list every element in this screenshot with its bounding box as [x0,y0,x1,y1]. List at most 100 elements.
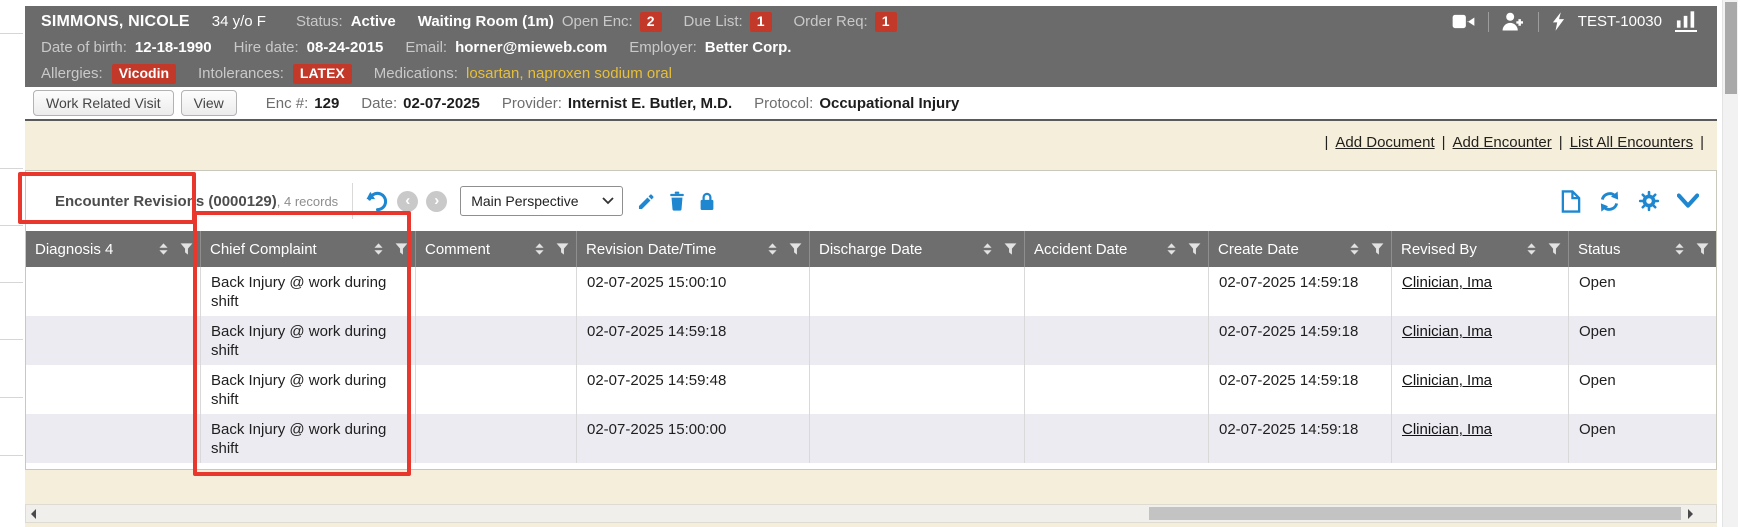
station-id: TEST-10030 [1578,13,1662,30]
filter-icon[interactable] [555,241,570,257]
column-header-revision-datetime[interactable]: Revision Date/Time [577,231,810,267]
bar-chart-icon[interactable] [1675,11,1697,32]
patient-header-bar: SIMMONS, NICOLE 34 y/o F Status: Active … [25,6,1717,87]
open-enc-badge[interactable]: 2 [640,12,662,32]
patient-name[interactable]: SIMMONS, NICOLE [41,13,190,31]
cell-status: Open [1569,267,1716,316]
refresh-icon[interactable] [366,190,389,213]
vertical-scrollbar-thumb[interactable] [1725,2,1737,94]
filter-icon[interactable] [179,241,194,257]
enc-number-value: 129 [314,95,339,112]
reload-icon[interactable] [1598,190,1621,213]
order-req-badge[interactable]: 1 [875,12,897,32]
next-icon[interactable]: › [426,191,447,212]
gear-icon[interactable] [1638,190,1660,212]
new-document-icon[interactable] [1561,190,1581,213]
margin-line [0,168,23,169]
cell-revised-by: Clinician, Ima [1392,316,1569,365]
sort-icon[interactable] [532,241,547,257]
cell-diagnosis4 [26,365,201,414]
edit-pencil-icon[interactable] [637,192,656,211]
filter-icon[interactable] [1370,241,1385,257]
cell-revision-datetime: 02-07-2025 14:59:18 [577,316,810,365]
scroll-right-arrow-icon[interactable] [1688,509,1693,519]
cell-discharge-date [810,316,1025,365]
intolerance-badge[interactable]: LATEX [293,64,352,84]
column-header-chief-complaint[interactable]: Chief Complaint [201,231,416,267]
cell-discharge-date [810,267,1025,316]
separator [1538,12,1539,32]
sort-icon[interactable] [980,241,995,257]
status-label: Status: [296,13,343,30]
column-header-accident-date[interactable]: Accident Date [1025,231,1209,267]
cell-discharge-date [810,414,1025,463]
collapse-chevron-icon[interactable] [1677,193,1699,209]
status-value: Active [351,13,396,30]
due-list-badge[interactable]: 1 [750,12,772,32]
sort-icon[interactable] [765,241,780,257]
column-header-diagnosis-4[interactable]: Diagnosis 4 [26,231,201,267]
sort-icon[interactable] [156,241,171,257]
employer-value: Better Corp. [705,39,792,56]
table-row: Back Injury @ work during shift 02-07-20… [26,414,1716,463]
sort-icon[interactable] [1672,241,1687,257]
panel-record-id: (0000129) [208,193,276,210]
panel-title-text: Encounter Revisions [55,193,204,210]
sort-icon[interactable] [371,241,386,257]
filter-icon[interactable] [1547,241,1562,257]
cell-status: Open [1569,414,1716,463]
trash-icon[interactable] [668,191,686,211]
column-header-status[interactable]: Status [1569,231,1716,267]
filter-icon[interactable] [788,241,803,257]
sort-icon[interactable] [1164,241,1179,257]
medications-value[interactable]: losartan, naproxen sodium oral [466,65,672,82]
column-header-revised-by[interactable]: Revised By [1392,231,1569,267]
lock-icon[interactable] [698,191,716,211]
allergy-badge[interactable]: Vicodin [112,64,176,84]
add-encounter-link[interactable]: Add Encounter [1453,134,1552,151]
cell-chief-complaint: Back Injury @ work during shift [201,316,416,365]
cell-revised-by: Clinician, Ima [1392,365,1569,414]
revised-by-link[interactable]: Clinician, Ima [1402,274,1492,291]
filter-icon[interactable] [1695,241,1710,257]
pipe: | [1324,134,1328,151]
view-button[interactable]: View [181,90,237,116]
protocol-label: Protocol: [754,95,813,112]
previous-icon[interactable]: ‹ [397,191,418,212]
scroll-left-arrow-icon[interactable] [31,509,36,519]
horizontal-scrollbar[interactable] [25,504,1717,523]
filter-icon[interactable] [1003,241,1018,257]
lightning-icon[interactable] [1552,12,1565,31]
column-header-create-date[interactable]: Create Date [1209,231,1392,267]
add-document-link[interactable]: Add Document [1335,134,1434,151]
cell-diagnosis4 [26,414,201,463]
protocol-value: Occupational Injury [819,95,959,112]
work-related-visit-button[interactable]: Work Related Visit [33,90,174,116]
filter-icon[interactable] [394,241,409,257]
column-header-comment[interactable]: Comment [416,231,577,267]
panel-title: Encounter Revisions (0000129) [55,193,277,210]
cell-revision-datetime: 02-07-2025 14:59:48 [577,365,810,414]
sort-icon[interactable] [1347,241,1362,257]
column-header-discharge-date[interactable]: Discharge Date [810,231,1025,267]
list-all-encounters-link[interactable]: List All Encounters [1570,134,1693,151]
enc-number-label: Enc #: [266,95,309,112]
vertical-scrollbar[interactable] [1722,0,1738,527]
add-person-icon[interactable] [1502,12,1525,31]
cell-accident-date [1025,316,1209,365]
cell-status: Open [1569,365,1716,414]
revised-by-link[interactable]: Clinician, Ima [1402,323,1492,340]
left-margin [0,0,25,527]
video-camera-icon[interactable] [1452,13,1475,30]
horizontal-scrollbar-thumb[interactable] [1149,507,1681,520]
cell-revised-by: Clinician, Ima [1392,267,1569,316]
cell-discharge-date [810,365,1025,414]
perspective-select[interactable]: Main Perspective [460,186,623,216]
cell-accident-date [1025,267,1209,316]
sort-icon[interactable] [1524,241,1539,257]
cell-create-date: 02-07-2025 14:59:18 [1209,365,1392,414]
filter-icon[interactable] [1187,241,1202,257]
revised-by-link[interactable]: Clinician, Ima [1402,372,1492,389]
waiting-room-status[interactable]: Waiting Room (1m) [418,13,554,30]
revised-by-link[interactable]: Clinician, Ima [1402,421,1492,438]
